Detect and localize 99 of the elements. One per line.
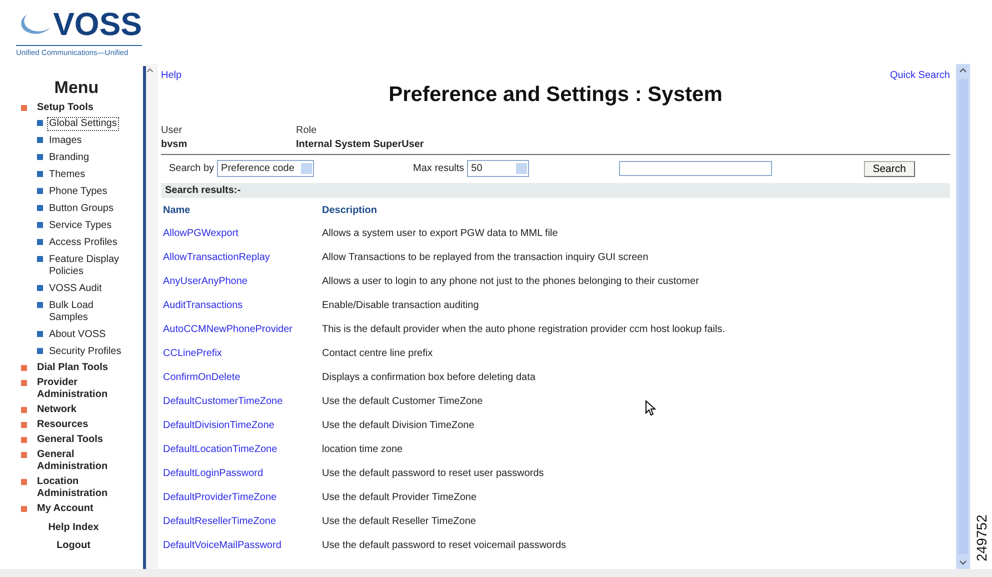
- search-input-field[interactable]: [619, 161, 772, 176]
- max-results-label: Max results: [413, 163, 464, 174]
- bullet-icon: [21, 479, 27, 485]
- menu-section[interactable]: General Tools: [37, 434, 127, 446]
- table-cell: Use the default Provider TimeZone: [322, 492, 477, 502]
- quick-search-link[interactable]: Quick Search: [890, 70, 950, 81]
- menu-item[interactable]: Branding: [47, 151, 135, 165]
- table-cell: This is the default provider when the auto phone registration provider ccm host lookup fails.: [322, 324, 725, 334]
- scrollbar[interactable]: [956, 64, 970, 569]
- table-cell: Enable/Disable transaction auditing: [322, 300, 479, 310]
- bullet-icon: [21, 506, 27, 512]
- bullet-icon: [21, 407, 27, 413]
- scroll-up-icon[interactable]: [959, 68, 967, 73]
- search-by-dropdown[interactable]: Preference code: [217, 160, 314, 177]
- table-cell: Use the default password to reset voicemail passwords: [322, 540, 566, 550]
- bullet-icon: [37, 137, 43, 143]
- preference-link[interactable]: DefaultProviderTimeZone: [163, 492, 277, 502]
- menu-link[interactable]: Logout: [56, 540, 90, 551]
- column-header: Name: [163, 204, 192, 216]
- table-cell: Use the default Customer TimeZone: [322, 396, 483, 406]
- menu-section[interactable]: My Account: [37, 503, 127, 515]
- table-cell: Contact centre line prefix: [322, 348, 433, 358]
- page-title: Preference and Settings : System: [388, 83, 724, 107]
- bullet-icon: [21, 422, 27, 428]
- menu-item[interactable]: Global Settings: [47, 117, 119, 131]
- menu-section[interactable]: Resources: [37, 419, 127, 431]
- user-value: bvsm: [161, 139, 188, 150]
- bullet-icon: [37, 222, 43, 228]
- preference-link[interactable]: AllowTransactionReplay: [163, 252, 270, 262]
- menu-item[interactable]: Bulk Load Samples: [47, 299, 135, 325]
- menu-item[interactable]: Feature Display Policies: [47, 253, 135, 279]
- bullet-icon: [21, 452, 27, 458]
- bullet-icon: [37, 205, 43, 211]
- bullet-icon: [37, 331, 43, 337]
- user-label: User: [161, 125, 184, 136]
- bullet-icon: [37, 285, 43, 291]
- role-value: Internal System SuperUser: [296, 139, 424, 150]
- results-heading: Search results:-: [161, 183, 950, 198]
- bullet-icon: [37, 256, 43, 262]
- scroll-down-icon[interactable]: [959, 560, 967, 565]
- bullet-icon: [37, 239, 43, 245]
- table-cell: Use the default Division TimeZone: [322, 420, 474, 430]
- bullet-icon: [37, 188, 43, 194]
- search-by-label: Search by: [169, 163, 214, 174]
- preference-link[interactable]: DefaultDivisionTimeZone: [163, 420, 274, 430]
- bullet-icon: [21, 365, 27, 371]
- table-cell: Allows a user to login to any phone not just to the phones belonging to their customer: [322, 276, 699, 286]
- menu-item[interactable]: Themes: [47, 168, 135, 182]
- menu-item[interactable]: Button Groups: [47, 202, 135, 216]
- scroll-up-icon[interactable]: [146, 68, 154, 73]
- table-cell: Allow Transactions to be replayed from the transaction inquiry GUI screen: [322, 252, 648, 262]
- menu-item[interactable]: Security Profiles: [47, 345, 135, 359]
- mouse-pointer-icon: [645, 400, 656, 416]
- menu-item[interactable]: Phone Types: [47, 185, 135, 199]
- scrollbar[interactable]: [146, 64, 158, 569]
- max-results-dropdown[interactable]: 50: [467, 160, 530, 177]
- menu-item[interactable]: Service Types: [47, 219, 135, 233]
- menu-section[interactable]: Network: [37, 404, 127, 416]
- menu-section[interactable]: General Administration: [37, 449, 127, 473]
- bullet-icon: [21, 380, 27, 386]
- bullet-icon: [37, 154, 43, 160]
- menu-item[interactable]: Images: [47, 134, 135, 148]
- preference-link[interactable]: DefaultLoginPassword: [163, 468, 264, 478]
- preference-link[interactable]: DefaultLocationTimeZone: [163, 444, 278, 454]
- table-cell: location time zone: [322, 444, 403, 454]
- menu-title: Menu: [53, 78, 100, 98]
- menu-item[interactable]: About VOSS: [47, 328, 135, 342]
- figure-number: 249752: [973, 514, 990, 562]
- column-header: Description: [322, 204, 378, 216]
- help-link[interactable]: Help: [161, 70, 182, 81]
- preference-link[interactable]: DefaultCustomerTimeZone: [163, 396, 283, 406]
- table-cell: Displays a confirmation box before deleting data: [322, 372, 536, 382]
- bullet-icon: [37, 171, 43, 177]
- bullet-icon: [37, 302, 43, 308]
- menu-link[interactable]: Help Index: [48, 522, 99, 533]
- preference-link[interactable]: AllowPGWexport: [163, 228, 238, 238]
- preference-link[interactable]: CCLinePrefix: [163, 348, 222, 358]
- table-cell: Allows a system user to export PGW data to MML file: [322, 228, 558, 238]
- preference-link[interactable]: ConfirmOnDelete: [163, 372, 240, 382]
- preference-link[interactable]: AnyUserAnyPhone: [163, 276, 248, 286]
- menu-section[interactable]: Setup Tools: [37, 102, 127, 114]
- menu-section[interactable]: Dial Plan Tools: [37, 362, 127, 374]
- table-cell: Use the default Reseller TimeZone: [322, 516, 476, 526]
- preference-link[interactable]: DefaultResellerTimeZone: [163, 516, 276, 526]
- menu-item[interactable]: Access Profiles: [47, 236, 135, 250]
- horizontal-scrollbar[interactable]: [0, 569, 992, 577]
- bullet-icon: [37, 348, 43, 354]
- table-cell: Use the default password to reset user passwords: [322, 468, 544, 478]
- bullet-icon: [21, 105, 27, 111]
- bullet-icon: [37, 120, 43, 126]
- menu-item[interactable]: VOSS Audit: [47, 282, 135, 296]
- preference-link[interactable]: AutoCCMNewPhoneProvider: [163, 324, 293, 334]
- preference-link[interactable]: AuditTransactions: [163, 300, 243, 310]
- role-label: Role: [296, 125, 318, 136]
- search-button[interactable]: Search: [864, 160, 915, 176]
- bullet-icon: [21, 437, 27, 443]
- preference-link[interactable]: DefaultVoiceMailPassword: [163, 540, 282, 550]
- menu-section[interactable]: Provider Administration: [37, 377, 127, 401]
- menu-section[interactable]: Location Administration: [37, 476, 127, 500]
